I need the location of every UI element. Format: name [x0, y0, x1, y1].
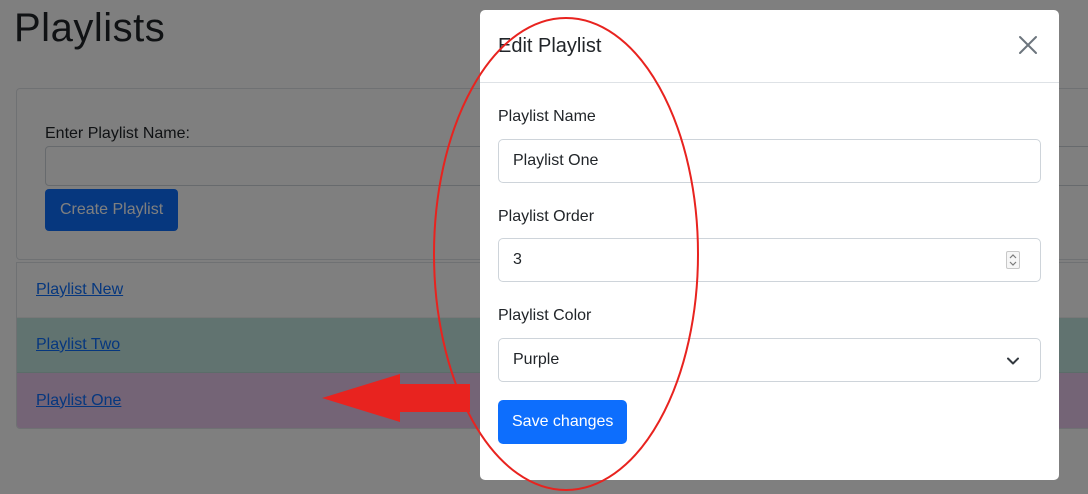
close-button[interactable]: [1015, 32, 1041, 58]
chevron-down-icon: [1006, 354, 1020, 368]
save-changes-button[interactable]: Save changes: [498, 400, 628, 444]
close-x-icon: [1015, 32, 1041, 58]
playlist-order-value: 3: [513, 251, 522, 268]
playlist-color-select[interactable]: Purple: [498, 338, 1041, 382]
number-spinner-icon[interactable]: [1006, 251, 1020, 269]
playlist-color-label: Playlist Color: [498, 307, 592, 324]
playlist-color-value: Purple: [513, 351, 560, 368]
playlist-order-field[interactable]: 3: [498, 238, 1041, 282]
modal-header: Edit Playlist: [480, 10, 1059, 83]
modal-title: Edit Playlist: [498, 35, 602, 57]
playlist-name-label: Playlist Name: [498, 108, 596, 125]
edit-playlist-modal: Edit Playlist Playlist Name Playlist Ord…: [480, 10, 1059, 480]
playlist-order-label: Playlist Order: [498, 208, 595, 225]
playlist-name-field[interactable]: [498, 139, 1041, 183]
